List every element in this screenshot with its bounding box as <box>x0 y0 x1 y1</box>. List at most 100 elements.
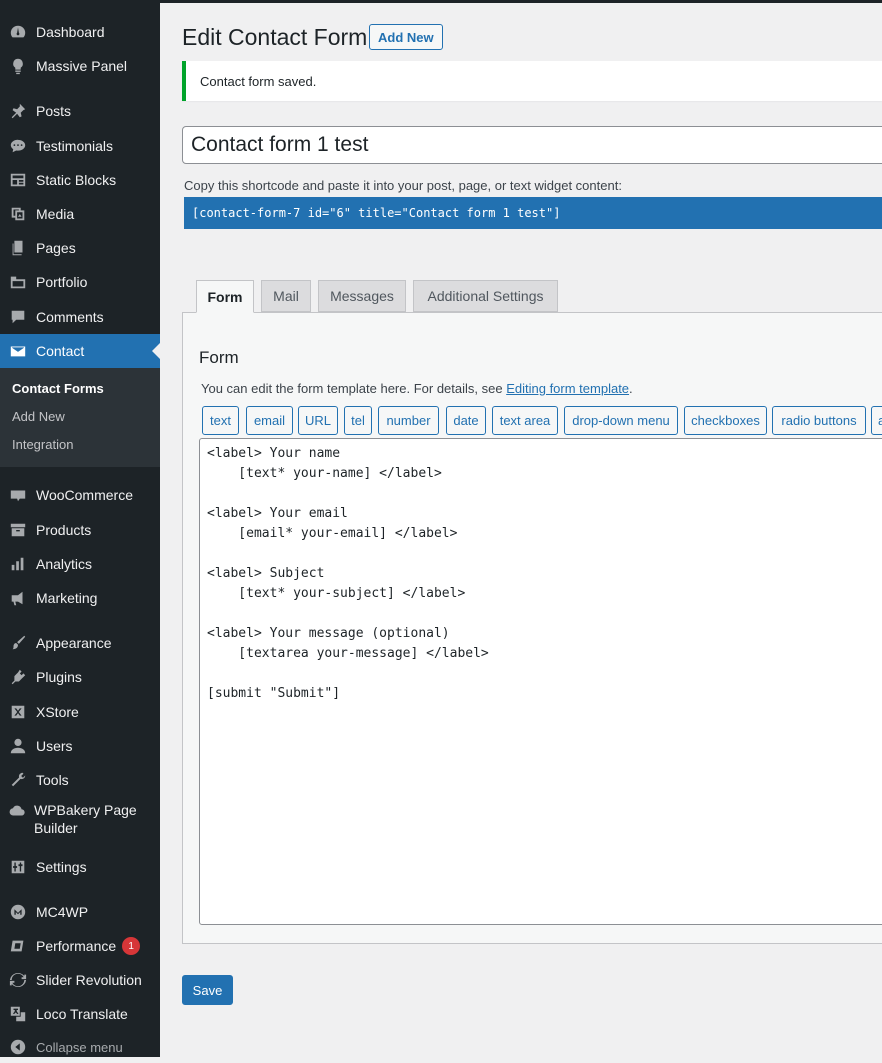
tag-button-number[interactable]: number <box>378 406 439 435</box>
sidebar-item-dashboard[interactable]: Dashboard <box>0 15 160 49</box>
shortcode-hint: Copy this shortcode and paste it into yo… <box>184 178 622 193</box>
sidebar-item-static-blocks[interactable]: Static Blocks <box>0 163 160 197</box>
sidebar-item-wpbakery[interactable]: WPBakery Page Builder <box>0 797 160 843</box>
notice-text: Contact form saved. <box>200 73 317 89</box>
tab-form[interactable]: Form <box>196 280 254 313</box>
tab-messages[interactable]: Messages <box>318 280 406 312</box>
settings-icon <box>8 857 28 877</box>
sidebar-item-performance[interactable]: Performance 1 <box>0 929 160 963</box>
panel-description: You can edit the form template here. For… <box>201 381 633 396</box>
sidebar-item-label: Products <box>36 522 92 538</box>
tag-button-radio[interactable]: radio buttons <box>772 406 866 435</box>
bar-chart-icon <box>8 554 28 574</box>
sidebar-item-loco-translate[interactable]: Loco Translate <box>0 997 160 1031</box>
sidebar-item-label: Marketing <box>36 590 98 606</box>
collapse-icon <box>8 1037 28 1057</box>
form-panel: Form You can edit the form template here… <box>182 312 882 944</box>
xstore-icon <box>8 702 28 722</box>
sidebar-item-label: Contact <box>36 343 85 359</box>
tab-mail[interactable]: Mail <box>261 280 311 312</box>
main-content: Edit Contact Form Add New Contact form s… <box>160 3 882 1057</box>
form-title-input[interactable]: Contact form 1 test <box>182 126 882 164</box>
sidebar-item-label: Analytics <box>36 556 93 572</box>
sidebar-item-label: Posts <box>36 103 72 119</box>
plugin-icon <box>8 667 28 687</box>
sidebar-item-woocommerce[interactable]: WooCommerce <box>0 478 160 512</box>
sidebar-item-xstore[interactable]: XStore <box>0 695 160 729</box>
submenu-integration[interactable]: Integration <box>12 437 73 452</box>
sidebar-item-portfolio[interactable]: Portfolio <box>0 265 160 299</box>
admin-sidebar: Dashboard Massive Panel Posts Testimonia… <box>0 0 160 1057</box>
sidebar-item-plugins[interactable]: Plugins <box>0 660 160 694</box>
form-template-editor[interactable]: <label> Your name [text* your-name] </la… <box>199 438 882 925</box>
sidebar-item-analytics[interactable]: Analytics <box>0 547 160 581</box>
megaphone-icon <box>8 588 28 608</box>
tag-button-date[interactable]: date <box>446 406 486 435</box>
layout-icon <box>8 170 28 190</box>
comment-icon <box>8 307 28 327</box>
sidebar-item-slider-revolution[interactable]: Slider Revolution <box>0 963 160 997</box>
sidebar-item-label: Loco Translate <box>36 1006 128 1022</box>
editing-form-template-link[interactable]: Editing form template <box>506 381 629 396</box>
chat-bubble-icon <box>8 136 28 156</box>
performance-icon <box>8 936 28 956</box>
sidebar-item-label: Testimonials <box>36 138 114 154</box>
sidebar-item-users[interactable]: Users <box>0 729 160 763</box>
tag-button-acceptance[interactable]: acceptance <box>871 406 882 435</box>
sidebar-item-label: Media <box>36 206 75 222</box>
tag-button-email[interactable]: email <box>246 406 293 435</box>
sidebar-item-pages[interactable]: Pages <box>0 231 160 265</box>
sidebar-item-label: Slider Revolution <box>36 972 142 988</box>
tag-button-checkboxes[interactable]: checkboxes <box>684 406 767 435</box>
media-icon <box>8 204 28 224</box>
submenu-add-new[interactable]: Add New <box>12 409 65 424</box>
sidebar-item-label: Plugins <box>36 669 82 685</box>
tag-button-tel[interactable]: tel <box>344 406 372 435</box>
sidebar-item-testimonials[interactable]: Testimonials <box>0 129 160 163</box>
mc4wp-icon <box>8 902 28 922</box>
submenu-contact-forms[interactable]: Contact Forms <box>12 381 104 396</box>
sidebar-item-label: Tools <box>36 772 69 788</box>
sidebar-item-label: Comments <box>36 309 104 325</box>
tag-button-textarea[interactable]: text area <box>492 406 558 435</box>
sidebar-item-marketing[interactable]: Marketing <box>0 581 160 615</box>
woo-icon <box>8 485 28 505</box>
sidebar-item-label: Appearance <box>36 635 112 651</box>
sidebar-item-media[interactable]: Media <box>0 197 160 231</box>
sidebar-item-products[interactable]: Products <box>0 513 160 547</box>
sidebar-item-contact[interactable]: Contact <box>0 334 160 368</box>
sidebar-item-label: Settings <box>36 859 87 875</box>
page-title: Edit Contact Form <box>182 24 368 50</box>
add-new-button[interactable]: Add New <box>369 24 443 50</box>
sidebar-item-mc4wp[interactable]: MC4WP <box>0 895 160 929</box>
shortcode-field[interactable]: [contact-form-7 id="6" title="Contact fo… <box>184 197 882 229</box>
sidebar-item-label: Dashboard <box>36 24 105 40</box>
dashboard-icon <box>8 22 28 42</box>
archive-icon <box>8 520 28 540</box>
sidebar-item-settings[interactable]: Settings <box>0 850 160 884</box>
sidebar-item-label: WPBakery Page Builder <box>34 802 137 836</box>
sidebar-item-massive-panel[interactable]: Massive Panel <box>0 49 160 83</box>
contact-submenu: Contact Forms Add New Integration <box>0 368 160 467</box>
panel-title: Form <box>199 348 239 367</box>
save-button[interactable]: Save <box>182 975 233 1005</box>
sidebar-item-label: Massive Panel <box>36 58 128 74</box>
sidebar-item-tools[interactable]: Tools <box>0 763 160 797</box>
collapse-menu-button[interactable]: Collapse menu <box>0 1031 160 1063</box>
pages-icon <box>8 238 28 258</box>
tag-button-text[interactable]: text <box>202 406 239 435</box>
description-text: You can edit the form template here. For… <box>201 381 507 396</box>
sidebar-item-label: MC4WP <box>36 904 89 920</box>
sidebar-item-appearance[interactable]: Appearance <box>0 626 160 660</box>
collapse-menu-label: Collapse menu <box>36 1039 123 1055</box>
sidebar-item-label: Performance <box>36 938 117 954</box>
tag-button-url[interactable]: URL <box>298 406 338 435</box>
mail-icon <box>8 341 28 361</box>
sidebar-item-label: Pages <box>36 240 76 256</box>
tag-button-dropdown[interactable]: drop-down menu <box>564 406 678 435</box>
sidebar-item-label: Users <box>36 738 73 754</box>
sidebar-item-posts[interactable]: Posts <box>0 94 160 128</box>
sidebar-item-comments[interactable]: Comments <box>0 300 160 334</box>
sidebar-item-label: XStore <box>36 704 79 720</box>
tab-additional-settings[interactable]: Additional Settings <box>413 280 558 312</box>
